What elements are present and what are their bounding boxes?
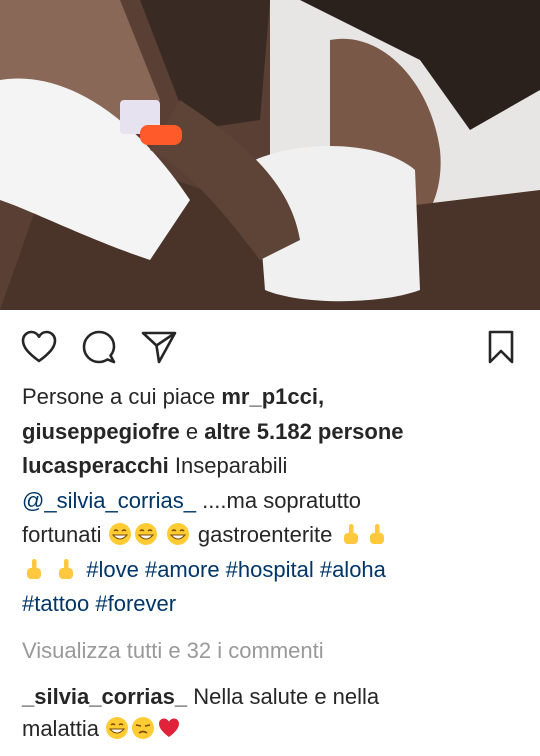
caption-line: #tattoo #forever: [22, 587, 522, 622]
caption-text: gastroenterite: [197, 522, 333, 547]
red-heart-icon: [157, 716, 181, 740]
comment-line: malattia: [22, 716, 183, 742]
like-user-link[interactable]: giuseppegiofre: [22, 419, 180, 444]
comment-bubble-icon[interactable]: [80, 328, 118, 366]
caption-text: ....ma sopratutto: [202, 487, 362, 513]
caption-author-link[interactable]: lucasperacchi: [22, 453, 169, 478]
likes-conj: e: [185, 418, 199, 444]
grin-emoji-icon: [134, 522, 158, 546]
heart-icon[interactable]: [20, 328, 58, 366]
comment-text: malattia: [22, 716, 100, 741]
likes-line-2: giuseppegiofre e altre 5.182 persone: [22, 415, 522, 450]
comment-author-link[interactable]: _silvia_corrias_: [22, 684, 187, 709]
middle-finger-emoji-icon: [365, 522, 389, 546]
likes-line: Persone a cui piace mr_p1cci,: [22, 380, 522, 415]
like-user-link[interactable]: mr_p1cci,: [221, 384, 324, 409]
likes-count-link[interactable]: altre 5.182 persone: [204, 419, 403, 444]
action-bar: [0, 322, 540, 370]
hashtag-links[interactable]: #tattoo #forever: [22, 591, 176, 616]
mention-link[interactable]: @_silvia_corrias_: [22, 488, 196, 513]
middle-finger-emoji-icon: [22, 557, 46, 581]
grin-emoji-icon: [108, 522, 132, 546]
caption-text: fortunati: [22, 522, 102, 547]
likes-prefix: Persone a cui piace: [22, 384, 216, 409]
unamused-emoji-icon: [131, 716, 155, 740]
middle-finger-emoji-icon: [339, 522, 363, 546]
post-caption: Persone a cui piace mr_p1cci, giuseppegi…: [22, 380, 522, 622]
caption-line: #love #amore #hospital #aloha: [22, 553, 522, 588]
hashtag-links[interactable]: #love #amore #hospital #aloha: [86, 557, 386, 582]
grin-emoji-icon: [166, 522, 190, 546]
caption-line: lucasperacchi Inseparabili: [22, 449, 522, 484]
bookmark-icon[interactable]: [482, 328, 520, 366]
share-arrow-icon[interactable]: [140, 328, 178, 366]
caption-line: @_silvia_corrias_ ....ma sopratutto: [22, 484, 522, 519]
comment-text: Nella salute e nella: [193, 684, 380, 709]
middle-finger-emoji-icon: [54, 557, 78, 581]
view-comments-link[interactable]: Visualizza tutti e 32 i commenti: [22, 638, 324, 664]
comment-line: _silvia_corrias_ Nella salute e nella: [22, 684, 379, 710]
post-photo[interactable]: [0, 0, 540, 310]
caption-text: Inseparabili: [174, 453, 288, 478]
grin-emoji-icon: [105, 716, 129, 740]
caption-line: fortunati gastroenterite: [22, 518, 522, 553]
